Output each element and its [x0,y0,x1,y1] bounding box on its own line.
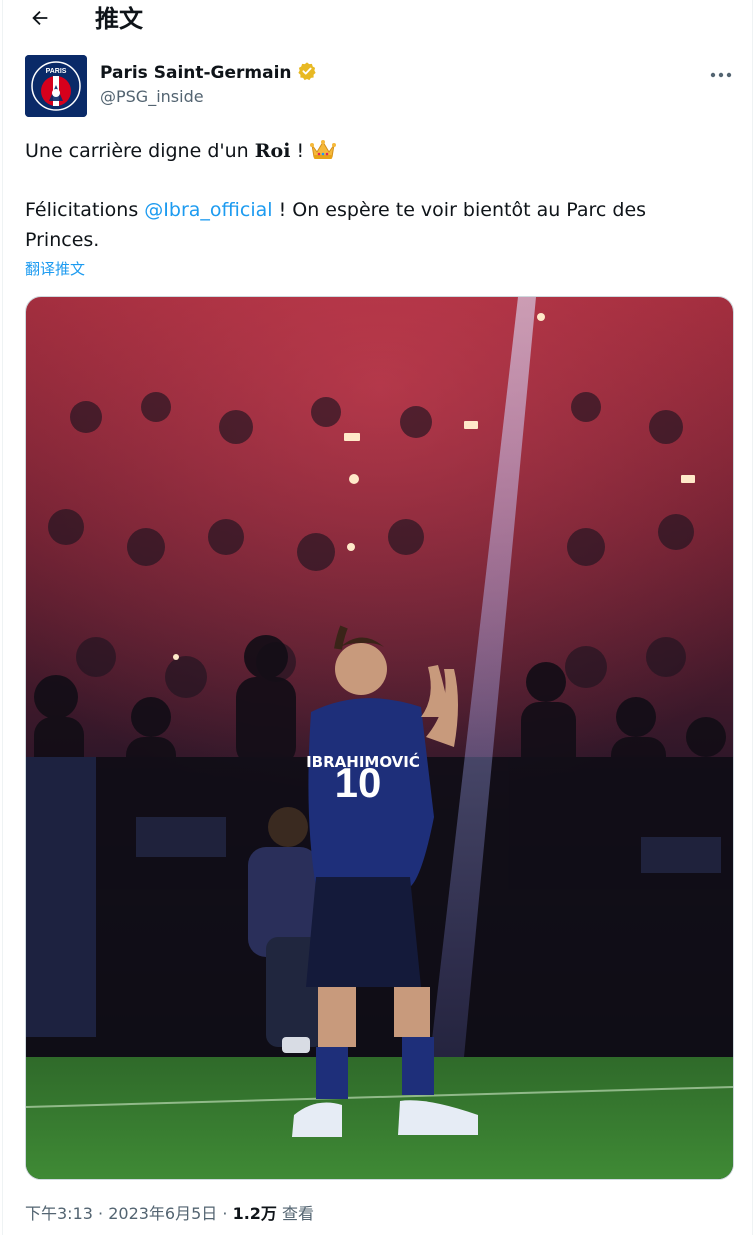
avatar[interactable]: PARIS [25,55,87,117]
tweet-detail-column: 推文 PARIS Paris Saint-Germain @PSG_inside [2,0,753,1235]
jersey-number: 10 [335,759,382,806]
tweet-meta: 下午3:13 · 2023年6月5日 · 1.2万 查看 [25,1202,314,1226]
views-label: 查看 [276,1204,315,1223]
tweet-time[interactable]: 下午3:13 [25,1204,93,1223]
tweet-text-line-2: Félicitations @Ibra_official ! On espère… [25,195,715,255]
crown-emoji-icon [310,139,337,170]
more-options-button[interactable] [703,58,739,88]
back-button[interactable] [25,5,55,35]
tweet-date[interactable]: 2023年6月5日 [108,1204,217,1223]
page-header: 推文 [3,0,752,40]
tweet-text-prefix: Une carrière digne d'un [25,140,255,162]
views-count: 1.2万 [232,1204,277,1223]
avatar-logo-text: PARIS [46,68,67,75]
tweet-photo[interactable]: IBRAHIMOVIĆ 10 [25,296,734,1180]
meta-separator: · [92,1204,109,1223]
tweet-text-suffix: ! [290,140,311,162]
author-handle[interactable]: @PSG_inside [100,86,204,108]
mention-link[interactable]: @Ibra_official [144,199,272,221]
meta-separator: · [217,1204,233,1223]
author-name[interactable]: Paris Saint-Germain [100,62,292,84]
verified-gold-badge-icon [297,61,317,85]
author-name-row: Paris Saint-Germain [100,61,317,85]
stadium-photo-illustration: IBRAHIMOVIĆ 10 [26,297,733,1179]
tweet-text-bold: Roi [254,140,291,162]
more-horizontal-icon [710,64,732,83]
translate-tweet-link[interactable]: 翻译推文 [25,258,85,280]
tweet-text-line-1: Une carrière digne d'un Roi ! [25,136,715,170]
arrow-left-icon [29,7,51,33]
page-title: 推文 [95,5,143,33]
tweet-text-prefix-2: Félicitations [25,199,145,221]
